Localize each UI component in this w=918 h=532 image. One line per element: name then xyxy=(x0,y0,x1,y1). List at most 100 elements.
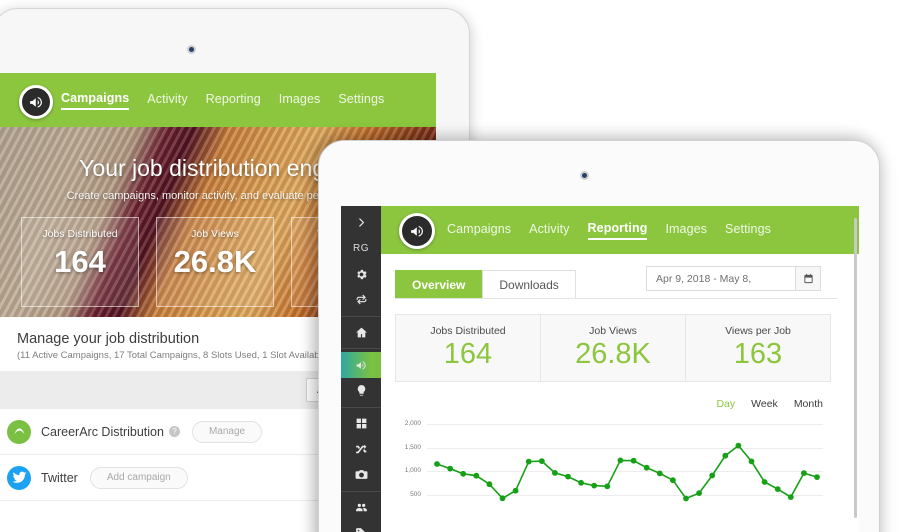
tablet2-navbar: Campaigns Activity Reporting Images Sett… xyxy=(381,206,859,254)
report-stat-cards: Jobs Distributed 164 Job Views 26.8K Vie… xyxy=(395,314,831,383)
settings-icon[interactable] xyxy=(341,261,381,287)
careerarc-icon xyxy=(7,419,31,444)
share-icon[interactable] xyxy=(341,287,381,313)
chart-series-line xyxy=(434,443,820,502)
nav-item-reporting[interactable]: Reporting xyxy=(587,221,648,240)
tablet1-nav-links: Campaigns Activity Reporting Images Sett… xyxy=(61,73,384,127)
tablet-device-front: RG Campaigns Activity Reporting Images S… xyxy=(318,140,880,532)
nav-item-campaigns[interactable]: Campaigns xyxy=(61,91,130,110)
chart-data-point[interactable] xyxy=(473,473,480,480)
tab-underline xyxy=(395,298,837,299)
granularity-month[interactable]: Month xyxy=(794,398,823,410)
add-campaign-button[interactable]: Add campaign xyxy=(89,466,188,489)
home-icon[interactable] xyxy=(341,320,381,346)
vertical-scrollbar[interactable] xyxy=(854,218,857,518)
chart-data-point[interactable] xyxy=(787,494,794,501)
stat-label: Jobs Distributed xyxy=(430,325,506,337)
nav-item-reporting[interactable]: Reporting xyxy=(206,92,261,109)
report-tabs: Overview Downloads Apr 9, 2018 - May 8, xyxy=(395,266,843,298)
sidebar-divider xyxy=(341,490,381,492)
front-camera-dot xyxy=(580,171,589,180)
tablet2-nav-links: Campaigns Activity Reporting Images Sett… xyxy=(447,206,771,254)
stat-value: 163 xyxy=(733,338,783,370)
stat-value: 164 xyxy=(54,244,106,279)
chart-data-point[interactable] xyxy=(722,453,729,460)
chart-data-point[interactable] xyxy=(801,470,807,477)
screenshot-stage: Campaigns Activity Reporting Images Sett… xyxy=(0,0,918,532)
megaphone-icon[interactable] xyxy=(19,85,53,119)
expand-icon[interactable] xyxy=(341,210,381,236)
help-icon[interactable]: ? xyxy=(168,426,180,437)
chart-data-point[interactable] xyxy=(761,479,768,486)
chart-data-point[interactable] xyxy=(447,466,453,472)
granularity-day[interactable]: Day xyxy=(716,398,735,410)
twitter-icon xyxy=(7,465,31,490)
chart-data-point[interactable] xyxy=(499,495,506,502)
chart-data-point[interactable] xyxy=(656,470,663,477)
chart-data-point[interactable] xyxy=(552,470,558,477)
hero-stat-card: Jobs Distributed 164 xyxy=(21,217,139,307)
megaphone-icon[interactable] xyxy=(399,213,435,249)
campaigns-icon[interactable] xyxy=(341,352,381,379)
stat-card-job-views: Job Views 26.8K xyxy=(541,315,686,382)
chart-data-point[interactable] xyxy=(617,457,624,464)
nav-item-images[interactable]: Images xyxy=(665,222,707,239)
granularity-week[interactable]: Week xyxy=(751,398,778,410)
nav-item-activity[interactable]: Activity xyxy=(147,92,187,109)
chart-data-point[interactable] xyxy=(604,483,611,490)
shuffle-icon[interactable] xyxy=(341,436,381,462)
chart-data-point[interactable] xyxy=(670,477,676,484)
chart-data-point[interactable] xyxy=(696,490,702,497)
chart-data-point[interactable] xyxy=(578,480,584,487)
chart-data-point[interactable] xyxy=(748,458,755,465)
date-range-value[interactable]: Apr 9, 2018 - May 8, xyxy=(647,267,795,290)
chart-data-point[interactable] xyxy=(538,458,545,465)
chart-data-point[interactable] xyxy=(512,488,519,495)
tablet1-navbar: Campaigns Activity Reporting Images Sett… xyxy=(0,73,436,127)
tab-overview[interactable]: Overview xyxy=(395,270,483,298)
chart-data-point[interactable] xyxy=(460,471,467,478)
chart-data-point[interactable] xyxy=(643,465,650,472)
tablet2-screen: RG Campaigns Activity Reporting Images S… xyxy=(341,206,859,532)
chart-data-point[interactable] xyxy=(486,481,493,488)
manage-button[interactable]: Manage xyxy=(191,420,263,443)
chart-data-point[interactable] xyxy=(565,474,571,480)
media-camera-icon[interactable] xyxy=(341,462,381,488)
stat-card-views-per-job: Views per Job 163 xyxy=(686,315,830,381)
chart-data-point[interactable] xyxy=(630,458,637,465)
audience-icon[interactable] xyxy=(341,495,381,521)
hero-stat-card: Job Views 26.8K xyxy=(156,217,274,307)
stat-label: Jobs Distributed xyxy=(42,228,118,240)
reporting-body: Overview Downloads Apr 9, 2018 - May 8, xyxy=(381,254,859,532)
chart-data-point[interactable] xyxy=(709,473,716,479)
list-item-label: CareerArc Distribution xyxy=(41,424,164,439)
chart-granularity-toggle: Day Week Month xyxy=(716,398,823,410)
nav-item-activity[interactable]: Activity xyxy=(529,222,569,239)
nav-item-settings[interactable]: Settings xyxy=(725,222,771,239)
nav-item-images[interactable]: Images xyxy=(279,92,321,109)
tablet2-main: Campaigns Activity Reporting Images Sett… xyxy=(381,206,859,532)
chart-data-point[interactable] xyxy=(591,483,598,489)
nav-item-settings[interactable]: Settings xyxy=(338,92,384,109)
sidebar-divider xyxy=(341,348,381,350)
chart-data-point[interactable] xyxy=(434,461,440,468)
chart-data-point[interactable] xyxy=(683,496,689,502)
stat-value: 26.8K xyxy=(575,338,651,370)
stat-label: Job Views xyxy=(191,228,239,240)
user-initials[interactable]: RG xyxy=(341,236,381,262)
tab-downloads[interactable]: Downloads xyxy=(482,270,576,298)
chart-data-point[interactable] xyxy=(814,474,820,481)
app-sidebar: RG xyxy=(341,206,381,532)
tags-icon[interactable] xyxy=(341,520,381,532)
calendar-icon[interactable] xyxy=(795,267,820,290)
date-range-picker[interactable]: Apr 9, 2018 - May 8, xyxy=(646,266,821,291)
nav-item-campaigns[interactable]: Campaigns xyxy=(447,222,511,239)
job-views-chart: Day Week Month 2,000 1,500 1,000 500 xyxy=(395,398,831,518)
chart-data-point[interactable] xyxy=(735,443,742,449)
apps-icon[interactable] xyxy=(341,411,381,437)
stat-label: Views per Job xyxy=(725,325,791,337)
chart-data-point[interactable] xyxy=(774,486,781,493)
chart-data-point[interactable] xyxy=(525,459,532,465)
insights-icon[interactable] xyxy=(341,378,381,404)
sidebar-divider xyxy=(341,315,381,317)
